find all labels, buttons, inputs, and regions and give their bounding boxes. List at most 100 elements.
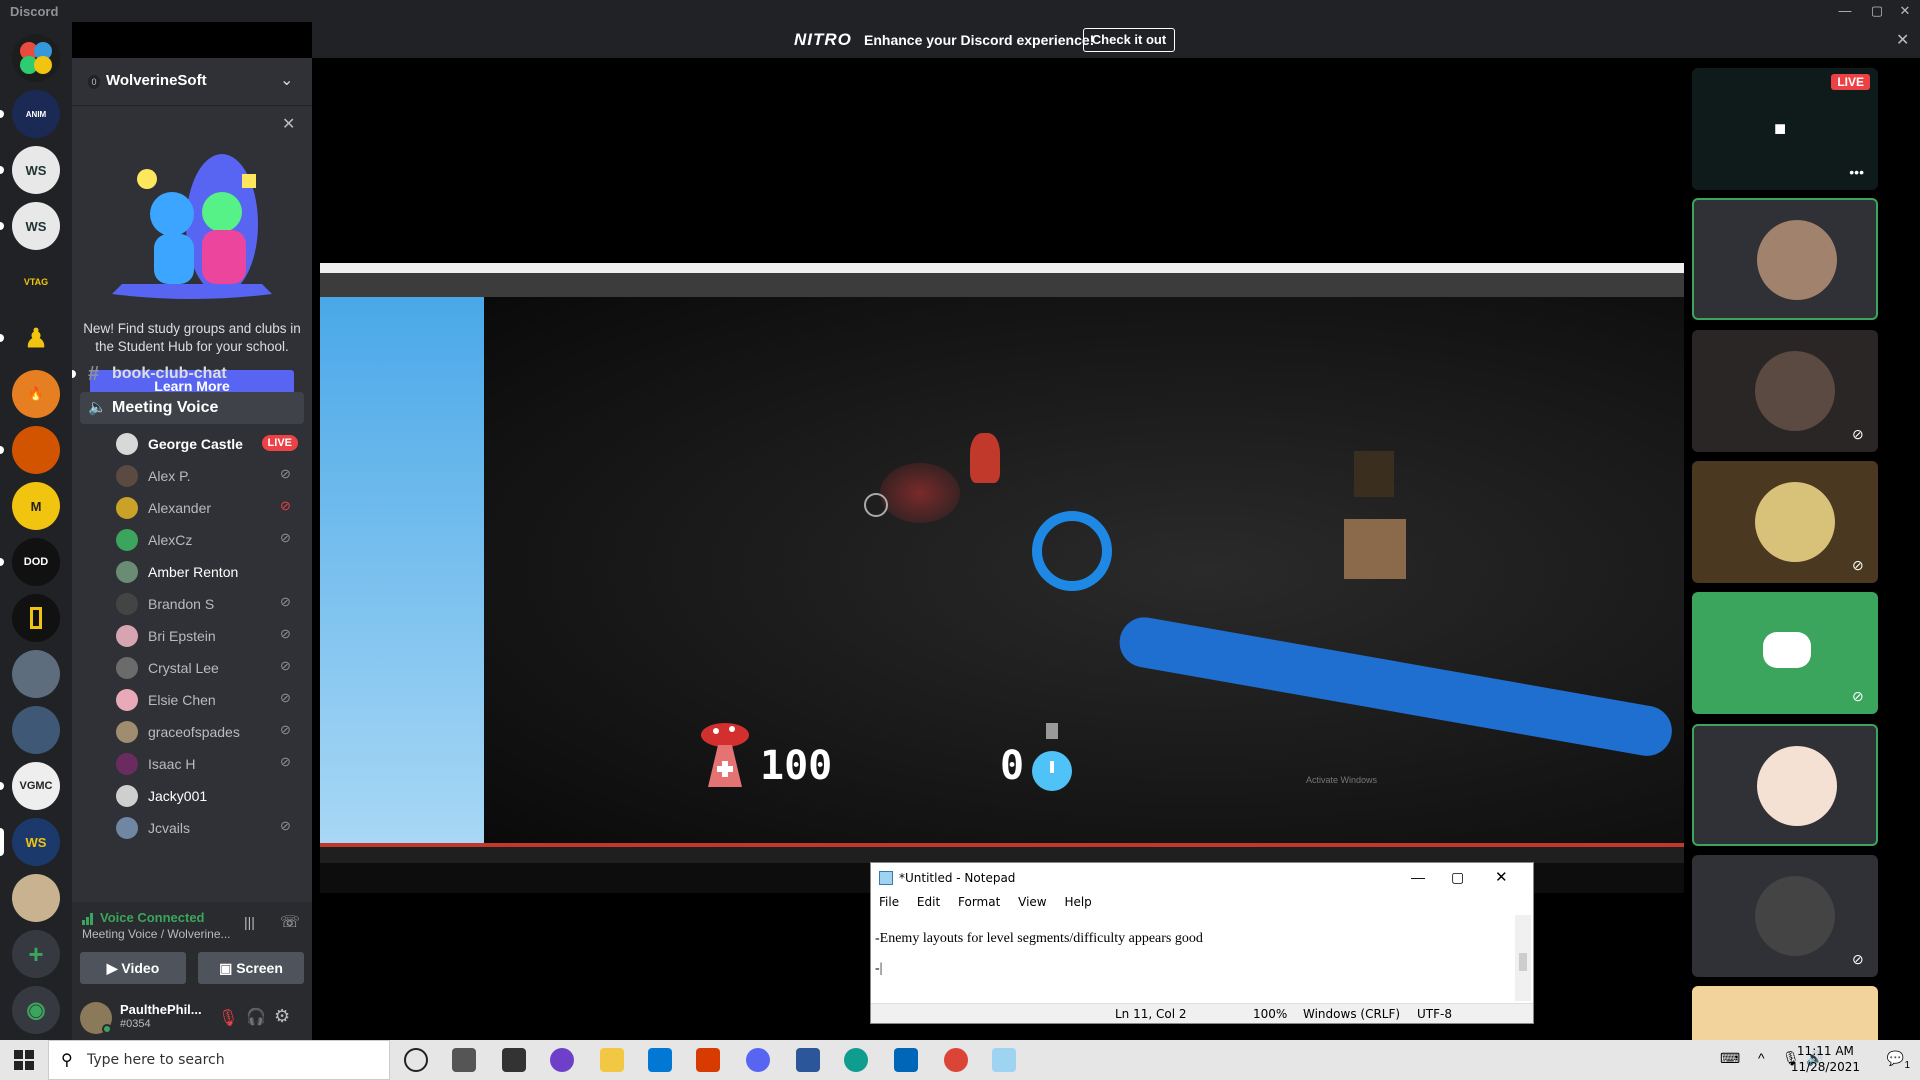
menu-format[interactable]: Format xyxy=(958,895,1000,909)
voice-member[interactable]: Isaac H ⊘ xyxy=(112,748,304,780)
server-icon-wolverinesoft[interactable]: WS xyxy=(12,202,60,250)
server-icon-chess[interactable]: ♟ xyxy=(12,314,60,362)
file-explorer-icon[interactable] xyxy=(600,1048,624,1072)
menu-help[interactable]: Help xyxy=(1064,895,1091,909)
maximize-button[interactable]: ▢ xyxy=(1451,869,1464,886)
close-icon[interactable]: ✕ xyxy=(1896,30,1909,50)
voice-member[interactable]: graceofspades ⊘ xyxy=(112,716,304,748)
disconnect-icon[interactable]: ☏ xyxy=(280,912,300,932)
mail-icon[interactable] xyxy=(648,1048,672,1072)
explore-servers-icon[interactable]: ◉ xyxy=(12,986,60,1034)
notepad-text-area[interactable]: -Enemy layouts for level segments/diffic… xyxy=(875,915,1511,995)
menu-view[interactable]: View xyxy=(1018,895,1046,909)
zoom-level: 100% xyxy=(1253,1007,1288,1021)
vscode-icon[interactable] xyxy=(894,1048,918,1072)
menu-edit[interactable]: Edit xyxy=(917,895,940,909)
noise-suppression-icon[interactable]: ||| xyxy=(244,914,255,930)
voice-member[interactable]: George Castle LIVE xyxy=(112,428,304,460)
nitro-message: Enhance your Discord experience! xyxy=(864,32,1095,48)
voice-member[interactable]: Jacky001 xyxy=(112,780,304,812)
server-icon-landscape[interactable] xyxy=(12,706,60,754)
stream-view[interactable]: 100 0 Activate Windows *Untitled - Notep… xyxy=(312,58,1684,1040)
participant-tile[interactable]: ⊘ xyxy=(1692,461,1878,583)
taskbar-search[interactable]: ⚲ Type here to search xyxy=(48,1040,390,1080)
headphones-icon[interactable]: 🎧 xyxy=(246,1007,266,1027)
server-icon-wolverinesoft-alt[interactable]: WS xyxy=(12,146,60,194)
notepad-window[interactable]: *Untitled - Notepad — ▢ ✕ File Edit Form… xyxy=(870,862,1534,1024)
line-ending: Windows (CRLF) xyxy=(1303,1007,1401,1021)
voice-location[interactable]: Meeting Voice / Wolverine... xyxy=(82,927,231,941)
store-icon[interactable] xyxy=(502,1048,526,1072)
task-view-icon[interactable] xyxy=(452,1048,476,1072)
channel-book-club-chat[interactable]: # book-club-chat xyxy=(80,358,304,390)
start-button-icon[interactable] xyxy=(14,1050,34,1070)
office-icon[interactable] xyxy=(696,1048,720,1072)
maximize-button[interactable]: ▢ xyxy=(1862,2,1892,20)
scrollbar[interactable] xyxy=(1515,915,1531,1001)
voice-member[interactable]: Alex P. ⊘ xyxy=(112,460,304,492)
more-options-icon[interactable]: ••• xyxy=(1849,164,1864,180)
voice-connected-label: Voice Connected xyxy=(100,910,205,925)
member-name: AlexCz xyxy=(148,532,193,548)
server-icon-vtag-games[interactable]: VTAG xyxy=(12,258,60,306)
server-icon-animation-club[interactable]: ANIM xyxy=(12,90,60,138)
check-it-out-button[interactable]: Check it out xyxy=(1083,28,1175,52)
menu-file[interactable]: File xyxy=(879,895,899,909)
word-icon[interactable] xyxy=(796,1048,820,1072)
keyboard-icon[interactable]: ⌨ xyxy=(1720,1050,1740,1067)
cortana-icon[interactable] xyxy=(404,1048,428,1072)
participant-tile[interactable]: ⊘ xyxy=(1692,330,1878,452)
github-icon[interactable] xyxy=(550,1048,574,1072)
server-icon-wolverinesoft-active[interactable]: WS xyxy=(12,818,60,866)
minimize-button[interactable]: — xyxy=(1830,2,1860,20)
voice-member[interactable]: Elsie Chen ⊘ xyxy=(112,684,304,716)
participant-tile[interactable] xyxy=(1692,986,1878,1040)
channel-meeting-voice[interactable]: 🔈 Meeting Voice xyxy=(80,392,304,424)
muted-mic-icon: ⊘ xyxy=(280,498,291,513)
notification-icon[interactable]: 💬 xyxy=(1887,1050,1904,1067)
voice-member[interactable]: Crystal Lee ⊘ xyxy=(112,652,304,684)
member-name: Jcvails xyxy=(148,820,191,836)
voice-member[interactable]: Alexander ⊘ xyxy=(112,492,304,524)
participant-tile-stream[interactable]: LIVE ■ ••• xyxy=(1692,68,1878,190)
guild-header[interactable]: 0 WolverineSoft ⌄ xyxy=(72,58,312,106)
voice-member[interactable]: AlexCz ⊘ xyxy=(112,524,304,556)
close-icon[interactable]: ✕ xyxy=(282,114,295,134)
server-icon-colorful[interactable] xyxy=(12,34,60,82)
system-clock[interactable]: 11:11 AM 11/28/2021 xyxy=(1791,1043,1860,1075)
discord-icon[interactable] xyxy=(746,1048,770,1072)
voice-member[interactable]: Jcvails ⊘ xyxy=(112,812,304,844)
member-name: Jacky001 xyxy=(148,788,208,804)
video-button[interactable]: ▶ Video xyxy=(80,952,186,984)
server-icon-pixel[interactable]: DOD xyxy=(12,538,60,586)
close-button[interactable]: ✕ xyxy=(1495,868,1508,886)
participant-tile[interactable]: ⊘ xyxy=(1692,592,1878,714)
server-icon-portrait[interactable] xyxy=(12,874,60,922)
participant-tile[interactable]: ⊘ xyxy=(1692,855,1878,977)
chrome-icon[interactable] xyxy=(944,1048,968,1072)
notepad-icon[interactable] xyxy=(992,1048,1016,1072)
mute-mic-icon[interactable]: 🎙 xyxy=(218,1008,238,1028)
edge-icon[interactable] xyxy=(844,1048,868,1072)
voice-member[interactable]: Bri Epstein ⊘ xyxy=(112,620,304,652)
settings-gear-icon[interactable]: ⚙ xyxy=(274,1006,290,1027)
server-icon-dark[interactable] xyxy=(12,594,60,642)
server-icon-m[interactable]: M xyxy=(12,482,60,530)
chevron-down-icon[interactable]: ⌄ xyxy=(280,70,293,90)
voice-member[interactable]: Amber Renton xyxy=(112,556,304,588)
live-badge: LIVE xyxy=(1831,74,1870,90)
add-server-icon[interactable]: + xyxy=(12,930,60,978)
server-icon-vgmc[interactable]: VGMC xyxy=(12,762,60,810)
server-icon-flame[interactable]: 🔥 xyxy=(12,370,60,418)
voice-member[interactable]: Brandon S ⊘ xyxy=(112,588,304,620)
close-button[interactable]: ✕ xyxy=(1890,2,1920,20)
avatar xyxy=(1755,351,1835,431)
screen-share-button[interactable]: ▣ Screen xyxy=(198,952,304,984)
server-icon-orange[interactable] xyxy=(12,426,60,474)
minimize-button[interactable]: — xyxy=(1411,869,1425,885)
server-icon-vehicle[interactable] xyxy=(12,650,60,698)
chevron-up-icon[interactable]: ^ xyxy=(1758,1050,1765,1066)
voice-member[interactable]: Juan Rivera⊘ xyxy=(112,844,304,846)
participant-tile-speaking[interactable] xyxy=(1692,198,1878,320)
participant-tile-speaking[interactable] xyxy=(1692,724,1878,846)
